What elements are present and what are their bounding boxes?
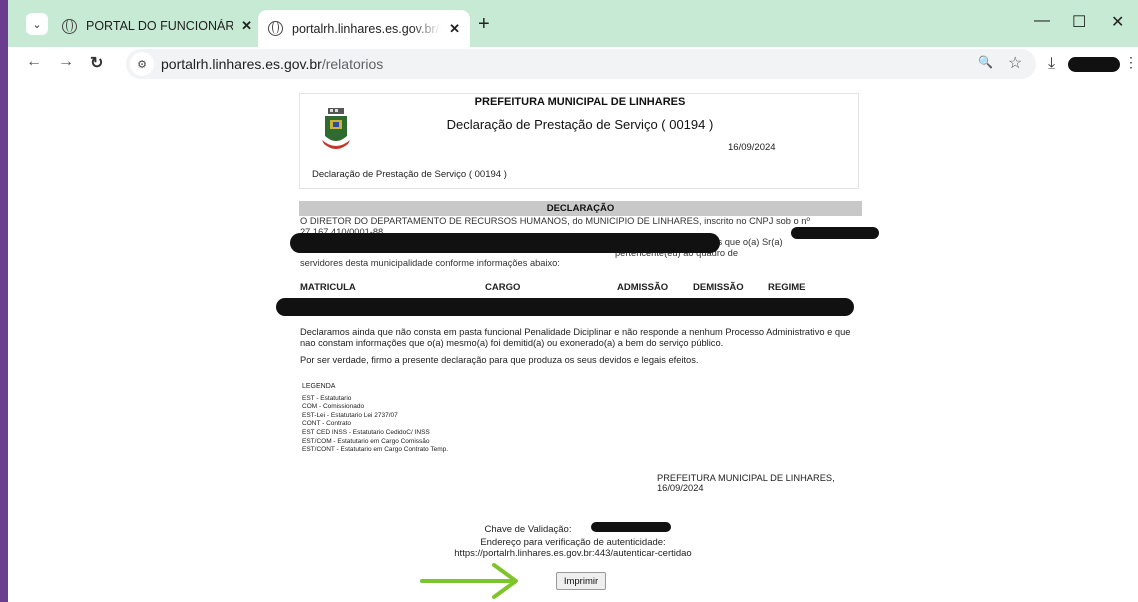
- chevron-down-icon: ⌄: [32, 18, 42, 31]
- forward-button[interactable]: →: [58, 53, 74, 71]
- paragraph-no-penalty: Declaramos ainda que não consta em pasta…: [300, 327, 851, 348]
- document-heading: Declaração de Prestação de Serviço ( 001…: [446, 117, 714, 132]
- legend-item: EST - Estatutario: [302, 394, 352, 402]
- tab-search-button[interactable]: ⌄: [26, 13, 48, 35]
- tab-close-icon[interactable]: ✕: [241, 18, 252, 34]
- redaction-mark: [276, 298, 854, 316]
- tab-strip: ⌄ PORTAL DO FUNCIONÁRIO ✕ portalrh.linha…: [8, 0, 1138, 47]
- document-date: 16/09/2024: [728, 142, 776, 153]
- legend-item: EST-Lei - Estatutario Lei 2737/07: [302, 411, 398, 419]
- zoom-icon[interactable]: 🔍: [978, 55, 993, 69]
- declaration-line: servidores desta municipalidade conforme…: [300, 258, 560, 268]
- menu-icon[interactable]: ⋮: [1124, 54, 1138, 71]
- column-header-admissao: ADMISSÃO: [617, 282, 669, 293]
- column-header-cargo: CARGO: [485, 282, 521, 293]
- download-icon[interactable]: ⤓: [1048, 55, 1055, 73]
- profile-avatar[interactable]: [1068, 57, 1120, 72]
- annotation-arrow-icon: [420, 563, 518, 599]
- verification-label: Endereço para verificação de autenticida…: [480, 537, 666, 548]
- tab-relatorios[interactable]: portalrh.linhares.es.gov.br/relatorios ✕: [258, 10, 470, 47]
- legend: LEGENDA EST - Estatutario COM - Comissio…: [302, 383, 448, 455]
- browser-window: ⌄ PORTAL DO FUNCIONÁRIO ✕ portalrh.linha…: [8, 0, 1138, 602]
- minimize-button[interactable]: —: [1034, 12, 1050, 30]
- new-tab-button[interactable]: +: [478, 13, 490, 36]
- document-subtitle: Declaração de Prestação de Serviço ( 001…: [312, 169, 507, 180]
- legend-item: EST/COM - Estatutario em Cargo Comissão: [302, 437, 430, 445]
- site-info-button[interactable]: ⚙: [130, 52, 154, 76]
- legend-item: EST CED INSS - Estatutario CedidoC/ INSS: [302, 428, 430, 436]
- globe-icon: [268, 21, 283, 36]
- legend-item: EST/CONT - Estatutario em Cargo Contrato…: [302, 446, 449, 454]
- verification-url[interactable]: https://portalrh.linhares.es.gov.br:443/…: [288, 548, 858, 559]
- url-text[interactable]: portalrh.linhares.es.gov.br/relatorios: [161, 56, 383, 72]
- section-title-bar: DECLARAÇÃO: [299, 201, 862, 216]
- column-header-demissao: DEMISSÃO: [693, 282, 744, 293]
- legend-item: COM - Comissionado: [302, 403, 365, 411]
- print-button[interactable]: Imprimir: [556, 572, 606, 590]
- column-header-matricula: MATRICULA: [300, 282, 356, 293]
- url-host: portalrh.linhares.es.gov.br: [161, 56, 322, 72]
- url-path: /relatorios: [321, 56, 384, 72]
- globe-icon: [62, 18, 77, 34]
- legend-title: LEGENDA: [302, 383, 336, 390]
- back-button[interactable]: ←: [26, 53, 42, 71]
- paragraph-closing: Por ser verdade, firmo a presente declar…: [300, 355, 699, 365]
- tab-close-icon[interactable]: ✕: [449, 21, 460, 37]
- redaction-mark: [290, 233, 720, 253]
- reload-button[interactable]: ↻: [90, 53, 103, 73]
- place-and-date: PREFEITURA MUNICIPAL DE LINHARES, 16/09/…: [657, 473, 835, 493]
- document-header: PREFEITURA MUNICIPAL DE LINHARES Declara…: [299, 93, 859, 189]
- toolbar: ← → ↻ ⚙ portalrh.linhares.es.gov.br/rela…: [8, 47, 1138, 81]
- bookmark-star-icon[interactable]: ☆: [1008, 53, 1022, 73]
- redaction-mark: [791, 227, 879, 239]
- maximize-button[interactable]: ☐: [1072, 12, 1086, 32]
- organization-name: PREFEITURA MUNICIPAL DE LINHARES: [474, 96, 686, 108]
- tune-icon: ⚙: [137, 58, 147, 71]
- address-bar[interactable]: ⚙ portalrh.linhares.es.gov.br/relatorios…: [126, 49, 1036, 79]
- window-close-button[interactable]: ✕: [1111, 12, 1124, 32]
- tab-portal-funcionario[interactable]: PORTAL DO FUNCIONÁRIO ✕: [52, 10, 262, 42]
- column-header-regime: REGIME: [768, 282, 806, 293]
- validation-key-label: Chave de Validação:: [484, 524, 572, 535]
- tab-title: portalrh.linhares.es.gov.br/relatorios: [292, 21, 441, 36]
- redaction-mark: [591, 522, 671, 532]
- tab-title: PORTAL DO FUNCIONÁRIO: [86, 19, 234, 33]
- page-content: PREFEITURA MUNICIPAL DE LINHARES Declara…: [8, 81, 1138, 602]
- legend-item: CONT - Contrato: [302, 420, 352, 428]
